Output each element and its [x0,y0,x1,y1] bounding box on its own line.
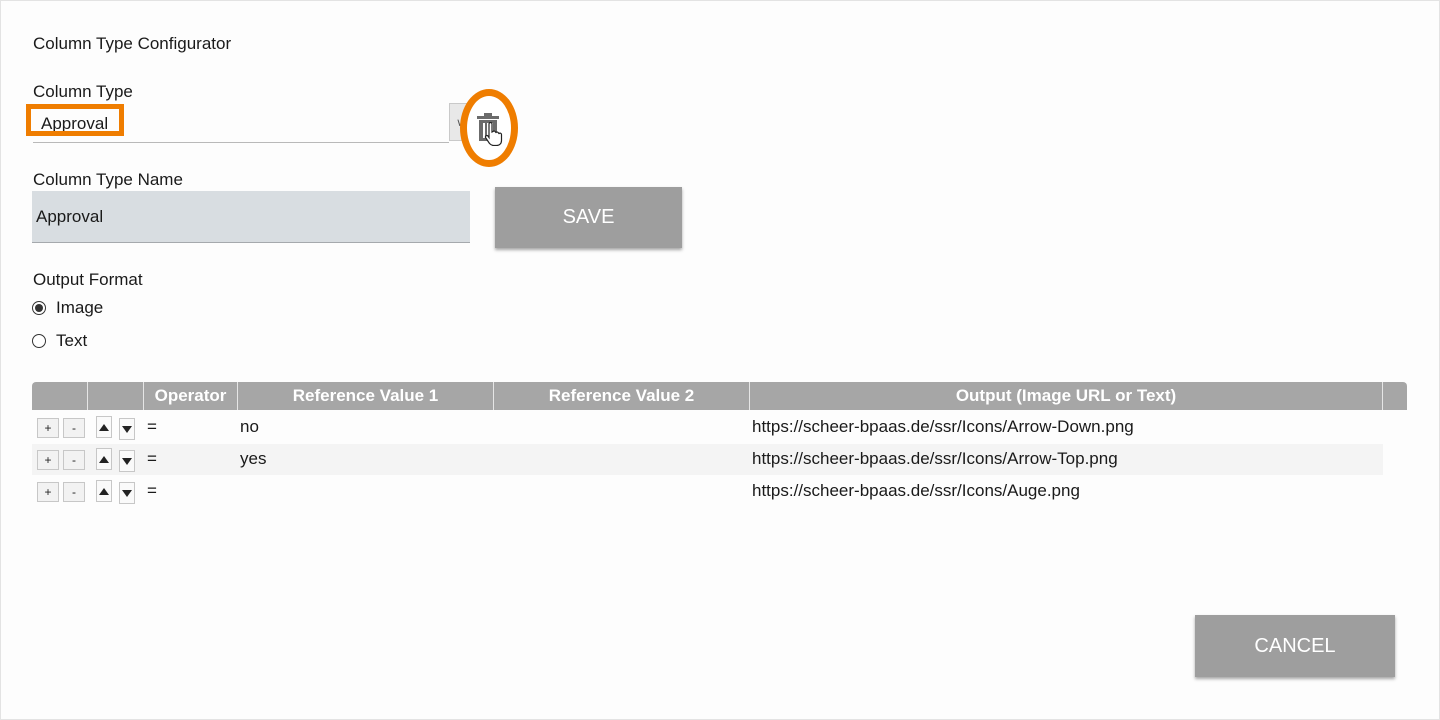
output-cell: https://scheer-bpaas.de/ssr/Icons/Arrow-… [752,417,1134,436]
operator-cell: = [147,417,157,436]
selected-value-highlight [26,104,124,136]
column-type-label: Column Type [33,82,133,101]
radio-label-image: Image [56,298,104,317]
operator-cell: = [147,481,157,500]
table-row: + - = yes https://scheer-bpaas.de/ssr/Ic… [32,444,1383,475]
hand-cursor-icon [484,122,503,146]
output-format-label: Output Format [33,270,143,289]
radio-option-image[interactable]: Image [32,298,103,318]
radio-option-text[interactable]: Text [32,331,87,351]
header-cell-add-remove [32,382,88,410]
move-up-button[interactable] [96,480,112,502]
table-row: + - = https://scheer-bpaas.de/ssr/Icons/… [32,476,1383,507]
save-button[interactable]: SAVE [495,187,682,248]
header-cell-operator: Operator [144,382,238,410]
dialog-title: Column Type Configurator [33,34,232,53]
add-row-button[interactable]: + [37,418,59,438]
caret-up-icon [99,455,109,463]
header-cell-output: Output (Image URL or Text) [750,382,1383,410]
caret-up-icon [99,423,109,431]
output-cell: https://scheer-bpaas.de/ssr/Icons/Auge.p… [752,481,1080,500]
move-up-button[interactable] [96,448,112,470]
move-down-button[interactable] [119,450,135,472]
cancel-button[interactable]: CANCEL [1195,615,1395,677]
table-header: Operator Reference Value 1 Reference Val… [32,382,1407,410]
output-cell: https://scheer-bpaas.de/ssr/Icons/Arrow-… [752,449,1118,468]
radio-button-text[interactable] [32,334,46,348]
remove-row-button[interactable]: - [63,418,85,438]
remove-row-button[interactable]: - [63,482,85,502]
column-type-name-label: Column Type Name [33,170,183,189]
header-cell-move [88,382,144,410]
column-type-name-input[interactable] [32,191,470,243]
caret-down-icon [122,457,132,465]
operator-cell: = [147,449,157,468]
move-down-button[interactable] [119,482,135,504]
header-cell-reference-value-1: Reference Value 1 [238,382,494,410]
radio-button-image[interactable] [32,301,46,315]
move-up-button[interactable] [96,416,112,438]
reference-value-1-cell: yes [240,449,267,468]
caret-up-icon [99,487,109,495]
caret-down-icon [122,489,132,497]
header-cell-reference-value-2: Reference Value 2 [494,382,750,410]
caret-down-icon [122,425,132,433]
reference-value-1-cell: no [240,417,259,436]
add-row-button[interactable]: + [37,482,59,502]
add-row-button[interactable]: + [37,450,59,470]
table-row: + - = no https://scheer-bpaas.de/ssr/Ico… [32,412,1383,443]
remove-row-button[interactable]: - [63,450,85,470]
radio-label-text: Text [56,331,88,350]
move-down-button[interactable] [119,418,135,440]
